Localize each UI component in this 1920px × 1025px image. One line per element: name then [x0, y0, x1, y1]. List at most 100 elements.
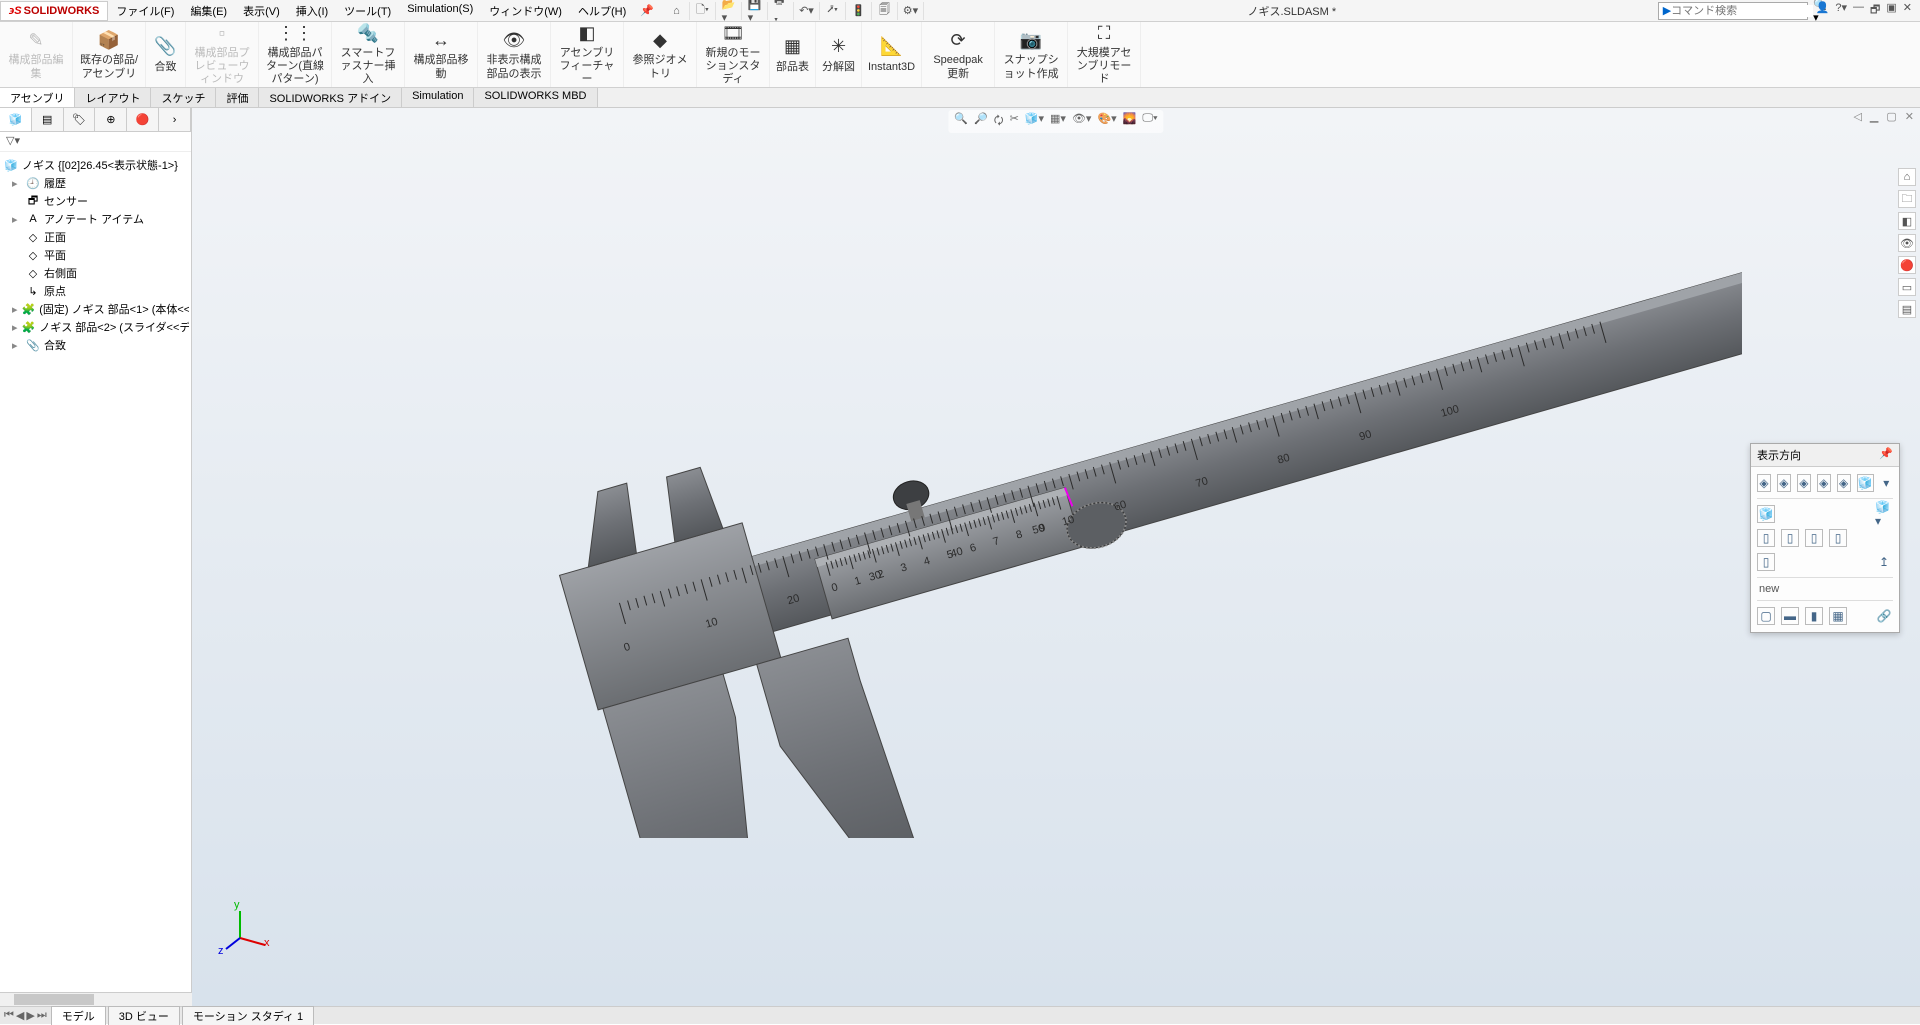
ribbon-tab-SOLIDWORKS MBD[interactable]: SOLIDWORKS MBD — [474, 88, 597, 107]
ribbon-Speedpak更新[interactable]: ⟳Speedpak更新 — [922, 22, 995, 87]
ribbon-tab-レイアウト[interactable]: レイアウト — [75, 88, 151, 107]
select-icon[interactable]: ⭷▾ — [826, 2, 846, 20]
feature-filter[interactable]: ▽▾ — [0, 132, 191, 152]
section-icon[interactable]: ✂ — [1010, 112, 1019, 131]
orient-iso-icon[interactable]: 🧊 — [1757, 505, 1775, 523]
ribbon-構成部品移動[interactable]: ↔構成部品移動 — [405, 22, 478, 87]
taskpane-resources-icon[interactable]: 🗀 — [1898, 190, 1916, 208]
fm-tab-1[interactable]: 🧊 — [0, 108, 32, 131]
fm-tab-more[interactable]: › — [159, 108, 191, 131]
tree-item[interactable]: ▸🧩(固定) ノギス 部品<1> (本体<<デフォル — [2, 300, 189, 318]
bottom-tab-モデル[interactable]: モデル — [51, 1006, 106, 1025]
viewport-single-icon[interactable]: ▢ — [1757, 607, 1775, 625]
tree-item[interactable]: ◇正面 — [2, 228, 189, 246]
orient-cube-icon[interactable]: 🧊▾ — [1875, 505, 1893, 523]
viewport-4-icon[interactable]: ▦ — [1829, 607, 1847, 625]
taskpane-library-icon[interactable]: ◧ — [1898, 212, 1916, 230]
orient-front-icon[interactable]: ▯ — [1757, 529, 1775, 547]
ribbon-既存の部品/アセンブリ[interactable]: 📦既存の部品/アセンブリ — [73, 22, 146, 87]
tree-root[interactable]: 🧊 ノギス {[02]26.45<表示状態-1>} — [2, 156, 189, 174]
orient-left-icon[interactable]: ▯ — [1805, 529, 1823, 547]
orient-axis-icon[interactable]: ↥ — [1875, 553, 1893, 571]
search-input[interactable] — [1671, 5, 1813, 17]
orientation-new-label[interactable]: new — [1757, 581, 1893, 597]
ribbon-tab-Simulation[interactable]: Simulation — [402, 88, 474, 107]
display-style-icon[interactable]: ▦▾ — [1050, 112, 1066, 131]
tab-last-icon[interactable]: ⏭ — [37, 1009, 47, 1022]
ribbon-アセンブリフィーチャー[interactable]: ◧アセンブリフィーチャー — [551, 22, 624, 87]
tree-item[interactable]: ▸📎合致 — [2, 336, 189, 354]
orient-btn-4[interactable]: ◈ — [1817, 474, 1831, 492]
fm-tab-2[interactable]: ▤ — [32, 108, 64, 131]
ribbon-参照ジオメトリ[interactable]: ◆参照ジオメトリ — [624, 22, 697, 87]
tab-next-icon[interactable]: ▶ — [26, 1009, 34, 1022]
bottom-tab-3D ビュー[interactable]: 3D ビュー — [108, 1006, 180, 1025]
ribbon-tab-スケッチ[interactable]: スケッチ — [151, 88, 216, 107]
tree-item[interactable]: ↳原点 — [2, 282, 189, 300]
tree-item[interactable]: 🗗センサー — [2, 192, 189, 210]
options-icon[interactable]: 🗐 — [878, 2, 898, 20]
tab-first-icon[interactable]: ⏮ — [4, 1009, 14, 1022]
tree-item[interactable]: ▸🕘履歴 — [2, 174, 189, 192]
orient-btn-6[interactable]: 🧊 — [1857, 474, 1874, 492]
taskpane-home-icon[interactable]: ⌂ — [1898, 168, 1916, 186]
menu-ヘルプ(H)[interactable]: ヘルプ(H) — [570, 0, 634, 22]
orient-btn-3[interactable]: ◈ — [1797, 474, 1811, 492]
viewport-link-icon[interactable]: 🔗 — [1875, 607, 1893, 625]
ribbon-分解図[interactable]: ✳分解図 — [816, 22, 862, 87]
home-icon[interactable]: ⌂ — [670, 2, 690, 20]
prev-view-icon[interactable]: 🗘 — [994, 112, 1004, 131]
orient-back-icon[interactable]: ▯ — [1781, 529, 1799, 547]
orient-btn-1[interactable]: ◈ — [1757, 474, 1771, 492]
mdi-close-icon[interactable]: ✕ — [1905, 110, 1914, 123]
tree-item[interactable]: ▸🧩ノギス 部品<2> (スライダ<<デフォル — [2, 318, 189, 336]
ribbon-スナップショット作成[interactable]: 📷スナップショット作成 — [995, 22, 1068, 87]
restore-icon[interactable]: 🗗 — [1870, 1, 1880, 20]
hide-show-icon[interactable]: 👁▾ — [1072, 112, 1092, 131]
menu-ウィンドウ(W)[interactable]: ウィンドウ(W) — [481, 0, 570, 22]
ribbon-tab-アセンブリ[interactable]: アセンブリ — [0, 88, 75, 107]
orient-top-icon[interactable]: ▯ — [1757, 553, 1775, 571]
orient-icon[interactable]: 🧊▾ — [1025, 112, 1044, 131]
tree-item[interactable]: ◇右側面 — [2, 264, 189, 282]
ribbon-Instant3D[interactable]: 📐Instant3D — [862, 22, 922, 87]
settings-icon[interactable]: ⚙▾ — [904, 2, 924, 20]
viewport-2h-icon[interactable]: ▬ — [1781, 607, 1799, 625]
menu-Simulation(S)[interactable]: Simulation(S) — [399, 0, 481, 22]
render-icon[interactable]: 🖵▾ — [1142, 112, 1157, 131]
tree-item[interactable]: ▸Aアノテート アイテム — [2, 210, 189, 228]
orientation-pin-icon[interactable]: 📌 — [1879, 447, 1893, 463]
tab-prev-icon[interactable]: ◀ — [16, 1009, 24, 1022]
undo-icon[interactable]: ↶▾ — [800, 2, 820, 20]
orient-btn-2[interactable]: ◈ — [1777, 474, 1791, 492]
orientation-title-bar[interactable]: 表示方向 📌 — [1751, 444, 1899, 467]
fm-tab-3[interactable]: 🏷 — [64, 108, 96, 131]
rebuild-icon[interactable]: 🚦 — [852, 2, 872, 20]
print-icon[interactable]: 🖶▾ — [774, 2, 794, 20]
feature-panel-scrollbar[interactable] — [0, 992, 192, 1006]
view-orientation-dialog[interactable]: 表示方向 📌 ◈ ◈ ◈ ◈ ◈ 🧊 ▾ 🧊 🧊▾ — [1750, 443, 1900, 633]
mdi-min-icon[interactable]: ▁ — [1870, 110, 1878, 123]
menu-ツール(T)[interactable]: ツール(T) — [336, 0, 399, 22]
orient-right-icon[interactable]: ▯ — [1829, 529, 1847, 547]
menu-編集(E)[interactable]: 編集(E) — [182, 0, 235, 22]
taskpane-appearance-icon[interactable]: 🔴 — [1898, 256, 1916, 274]
ribbon-tab-評価[interactable]: 評価 — [216, 88, 259, 107]
tree-item[interactable]: ◇平面 — [2, 246, 189, 264]
user-icon[interactable]: 👤 — [1816, 1, 1830, 20]
minimize-icon[interactable]: — — [1853, 1, 1864, 20]
ribbon-大規模アセンブリモード[interactable]: ⛶大規模アセンブリモード — [1068, 22, 1141, 87]
ribbon-非表示構成部品の表示[interactable]: 👁非表示構成部品の表示 — [478, 22, 551, 87]
mdi-prev-icon[interactable]: ◁ — [1853, 110, 1861, 123]
fm-tab-4[interactable]: ⊕ — [95, 108, 127, 131]
taskpane-view-icon[interactable]: 👁 — [1898, 234, 1916, 252]
zoom-area-icon[interactable]: 🔎 — [974, 112, 988, 131]
viewport-2v-icon[interactable]: ▮ — [1805, 607, 1823, 625]
maximize-icon[interactable]: ▣ — [1886, 1, 1896, 20]
zoom-fit-icon[interactable]: 🔍 — [954, 112, 968, 131]
appearance-icon[interactable]: 🎨▾ — [1097, 112, 1116, 131]
scene-icon[interactable]: 🌄 — [1123, 112, 1137, 131]
ribbon-合致[interactable]: 📎合致 — [146, 22, 186, 87]
menu-ファイル(F)[interactable]: ファイル(F) — [108, 0, 182, 22]
ribbon-構成部品パターン(直線パターン)[interactable]: ⋮⋮構成部品パターン(直線パターン) — [259, 22, 332, 87]
